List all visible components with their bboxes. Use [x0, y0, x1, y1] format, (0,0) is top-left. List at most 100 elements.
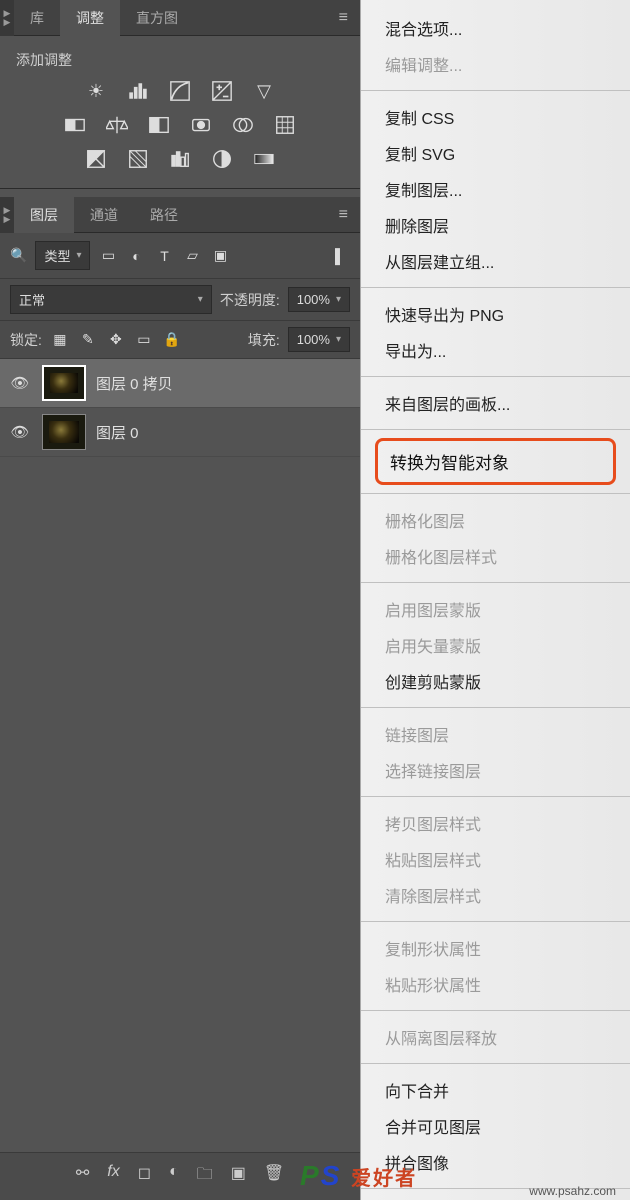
- lock-label: 锁定:: [10, 330, 42, 350]
- invert-icon[interactable]: [83, 148, 109, 170]
- adjustments-panel-menu-icon[interactable]: ≡: [327, 9, 360, 27]
- tab-channels[interactable]: 通道: [74, 197, 134, 233]
- link-icon[interactable]: ⚯: [76, 1163, 89, 1190]
- watermark-url: www.psahz.com: [529, 1184, 616, 1198]
- blend-row: 正常▾ 不透明度: 100%▾: [0, 279, 360, 321]
- menu-item[interactable]: 来自图层的画板...: [361, 385, 630, 421]
- fx-icon[interactable]: fx: [107, 1163, 119, 1190]
- menu-item[interactable]: 导出为...: [361, 332, 630, 368]
- menu-item[interactable]: 创建剪贴蒙版: [361, 663, 630, 699]
- hue-icon[interactable]: [62, 114, 88, 136]
- type-filter-icon[interactable]: T: [154, 247, 174, 265]
- lut-icon[interactable]: [272, 114, 298, 136]
- menu-separator: [361, 796, 630, 797]
- menu-item: 栅格化图层样式: [361, 538, 630, 574]
- adjustment-filter-icon[interactable]: ◐: [126, 247, 146, 265]
- layer-filter-row: 🔍 类型▾ ▭ ◐ T ▱ ▣ ▌: [0, 233, 360, 279]
- menu-item[interactable]: 复制 CSS: [361, 99, 630, 135]
- lock-pixels-icon[interactable]: ▦: [50, 331, 70, 349]
- layer-item[interactable]: 👁 图层 0 拷贝: [0, 359, 360, 408]
- tab-adjustments[interactable]: 调整: [60, 0, 120, 36]
- visibility-toggle-icon[interactable]: 👁: [8, 423, 32, 441]
- channel-mixer-icon[interactable]: [230, 114, 256, 136]
- filter-type-select[interactable]: 类型▾: [35, 241, 90, 270]
- bw-icon[interactable]: [146, 114, 172, 136]
- group-icon[interactable]: 🗀: [197, 1163, 213, 1190]
- menu-separator: [361, 90, 630, 91]
- menu-separator: [361, 493, 630, 494]
- menu-item[interactable]: 混合选项...: [361, 10, 630, 46]
- layer-name-label[interactable]: 图层 0: [96, 422, 139, 443]
- selective-icon[interactable]: [209, 148, 235, 170]
- new-layer-icon[interactable]: ▣: [231, 1163, 246, 1190]
- layers-panel-menu-icon[interactable]: ≡: [327, 206, 360, 224]
- menu-item[interactable]: 删除图层: [361, 207, 630, 243]
- mask-icon[interactable]: ◻: [138, 1163, 151, 1190]
- lock-artboard-icon[interactable]: ▭: [134, 331, 154, 349]
- menu-item: 栅格化图层: [361, 502, 630, 538]
- trash-icon[interactable]: 🗑: [264, 1163, 284, 1190]
- photo-filter-icon[interactable]: [188, 114, 214, 136]
- threshold-icon[interactable]: [167, 148, 193, 170]
- adjustments-panel-body: 添加调整 ☀ ▽: [0, 36, 360, 189]
- lock-brush-icon[interactable]: ✎: [78, 331, 98, 349]
- opacity-label: 不透明度:: [220, 290, 280, 310]
- menu-item[interactable]: 合并可见图层: [361, 1108, 630, 1144]
- lock-all-icon[interactable]: 🔒: [162, 331, 182, 349]
- brightness-icon[interactable]: ☀: [83, 80, 109, 102]
- menu-separator: [361, 921, 630, 922]
- menu-item-convert-smart-object[interactable]: 转换为智能对象: [375, 438, 616, 485]
- tab-paths[interactable]: 路径: [134, 197, 194, 233]
- image-filter-icon[interactable]: ▭: [98, 247, 118, 265]
- gradient-map-icon[interactable]: [251, 148, 277, 170]
- layer-item[interactable]: 👁 图层 0: [0, 408, 360, 457]
- layer-context-menu: 混合选项...编辑调整... 复制 CSS复制 SVG复制图层...删除图层从图层…: [360, 0, 630, 1200]
- fill-select[interactable]: 100%▾: [288, 327, 350, 352]
- balance-icon[interactable]: [104, 114, 130, 136]
- visibility-toggle-icon[interactable]: 👁: [8, 374, 32, 392]
- menu-item: 从隔离图层释放: [361, 1019, 630, 1055]
- layer-thumbnail[interactable]: [42, 414, 86, 450]
- menu-item: 启用矢量蒙版: [361, 627, 630, 663]
- panel-collapse-handle-2[interactable]: ▶▶: [0, 197, 14, 233]
- menu-separator: [361, 707, 630, 708]
- layer-list: 👁 图层 0 拷贝 👁 图层 0: [0, 359, 360, 1152]
- layers-panel-header: ▶▶ 图层 通道 路径 ≡: [0, 197, 360, 233]
- smart-filter-icon[interactable]: ▣: [210, 247, 230, 265]
- panel-collapse-handle[interactable]: ▶▶: [0, 0, 14, 36]
- fill-label: 填充:: [248, 330, 280, 350]
- menu-item: 拷贝图层样式: [361, 805, 630, 841]
- menu-item[interactable]: 快速导出为 PNG: [361, 296, 630, 332]
- tab-library[interactable]: 库: [14, 0, 60, 36]
- menu-item[interactable]: 复制图层...: [361, 171, 630, 207]
- menu-separator: [361, 287, 630, 288]
- exposure-icon[interactable]: [209, 80, 235, 102]
- tab-histogram[interactable]: 直方图: [120, 0, 194, 36]
- posterize-icon[interactable]: [125, 148, 151, 170]
- layer-name-label[interactable]: 图层 0 拷贝: [96, 373, 173, 394]
- levels-icon[interactable]: [125, 80, 151, 102]
- opacity-select[interactable]: 100%▾: [288, 287, 350, 312]
- add-adjustment-label: 添加调整: [16, 50, 344, 70]
- menu-separator: [361, 1063, 630, 1064]
- curves-icon[interactable]: [167, 80, 193, 102]
- menu-separator: [361, 376, 630, 377]
- menu-item: 编辑调整...: [361, 46, 630, 82]
- layers-bottom-bar: ⚯ fx ◻ ◐ 🗀 ▣ 🗑: [0, 1152, 360, 1200]
- menu-separator: [361, 429, 630, 430]
- menu-item[interactable]: 复制 SVG: [361, 135, 630, 171]
- filter-toggle-icon[interactable]: ▌: [330, 247, 350, 265]
- vibrance-icon[interactable]: ▽: [251, 80, 277, 102]
- lock-row: 锁定: ▦ ✎ ✥ ▭ 🔒 填充: 100%▾: [0, 321, 360, 359]
- menu-item: 清除图层样式: [361, 877, 630, 913]
- lock-move-icon[interactable]: ✥: [106, 331, 126, 349]
- layer-thumbnail[interactable]: [42, 365, 86, 401]
- blend-mode-select[interactable]: 正常▾: [10, 285, 212, 314]
- shape-filter-icon[interactable]: ▱: [182, 247, 202, 265]
- menu-item[interactable]: 拼合图像: [361, 1144, 630, 1180]
- menu-item: 选择链接图层: [361, 752, 630, 788]
- menu-item[interactable]: 从图层建立组...: [361, 243, 630, 279]
- adjustment-layer-icon[interactable]: ◐: [169, 1163, 179, 1190]
- menu-item[interactable]: 向下合并: [361, 1072, 630, 1108]
- tab-layers[interactable]: 图层: [14, 197, 74, 233]
